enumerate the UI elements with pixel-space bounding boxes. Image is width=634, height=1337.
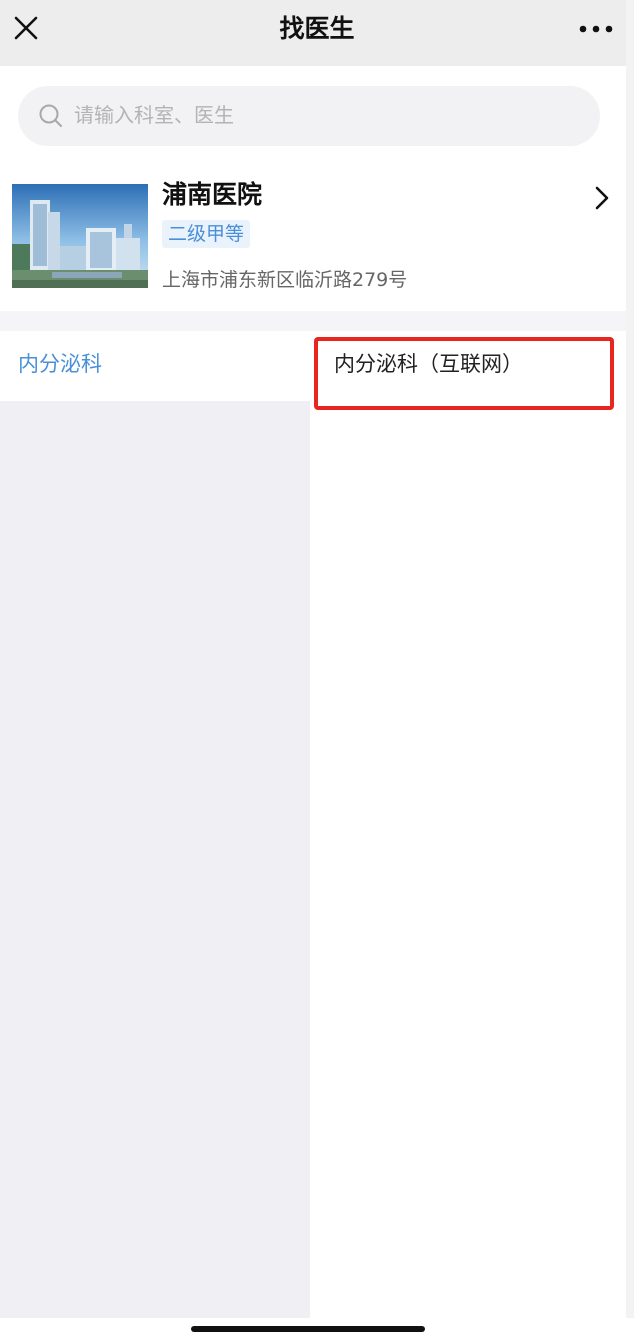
hospital-building-image	[12, 184, 148, 288]
hospital-detail-button[interactable]	[590, 183, 614, 213]
top-navbar: 找医生	[0, 0, 634, 66]
chevron-right-icon	[595, 186, 609, 210]
search-input[interactable]: 请输入科室、医生	[18, 86, 600, 146]
page-title: 找医生	[279, 14, 355, 43]
more-icon	[579, 25, 613, 33]
search-section: 请输入科室、医生	[0, 66, 634, 161]
hospital-image	[12, 184, 148, 288]
search-icon	[39, 104, 62, 127]
section-divider	[0, 311, 634, 331]
department-category-label: 内分泌科	[18, 352, 102, 376]
hospital-name: 浦南医院	[162, 180, 263, 209]
department-category-list: 内分泌科	[0, 331, 310, 1318]
highlight-annotation-box	[314, 337, 614, 410]
home-indicator[interactable]	[191, 1326, 425, 1332]
hospital-card[interactable]: 浦南医院 二级甲等 上海市浦东新区临沂路279号	[0, 161, 634, 311]
right-edge-strip	[626, 0, 634, 1337]
hospital-grade-badge: 二级甲等	[162, 220, 251, 248]
search-placeholder: 请输入科室、医生	[74, 103, 234, 127]
find-doctor-page: 找医生 请输入科室、医生 浦南医院 二级甲等 上海市浦东新区临沂路279号 内分…	[0, 0, 634, 1337]
hospital-address: 上海市浦东新区临沂路279号	[162, 269, 408, 291]
more-button[interactable]	[576, 16, 616, 42]
department-category-item-endocrinology[interactable]: 内分泌科	[0, 331, 310, 401]
sub-department-list: 内分泌科（互联网）	[310, 331, 626, 1318]
